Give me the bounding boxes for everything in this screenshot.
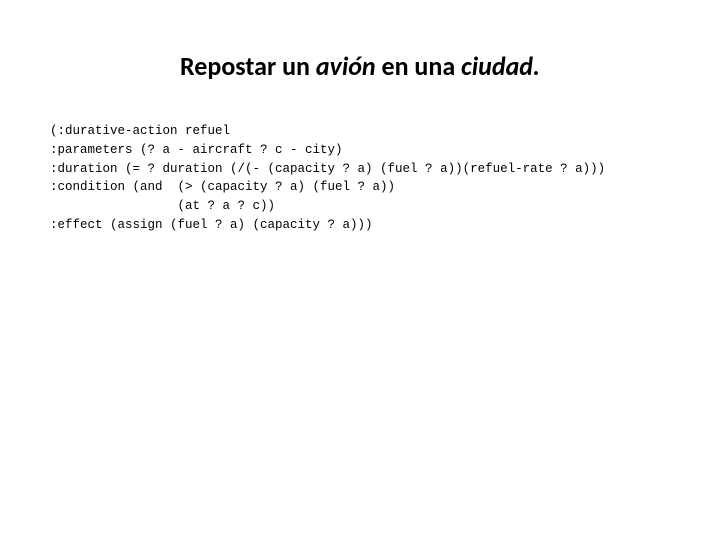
code-line-2: :parameters (? a - aircraft ? c - city) [50, 143, 343, 157]
slide-title: Repostar un avión en una ciudad. [50, 50, 670, 82]
code-block: (:durative-action refuel :parameters (? … [50, 122, 670, 235]
code-line-1: (:durative-action refuel [50, 124, 230, 138]
code-line-3: :duration (= ? duration (/(- (capacity ?… [50, 162, 605, 176]
title-italic-1: avión [316, 50, 376, 82]
code-line-6: :effect (assign (fuel ? a) (capacity ? a… [50, 218, 373, 232]
code-line-4: :condition (and (> (capacity ? a) (fuel … [50, 180, 395, 194]
code-line-5: (at ? a ? c)) [50, 199, 275, 213]
title-plain-1: un [276, 50, 316, 82]
slide-container: Repostar un avión en una ciudad. (:durat… [0, 0, 720, 540]
title-plain-2: en una [376, 50, 461, 82]
title-bold-1: Repostar [180, 50, 276, 82]
title-italic-2: ciudad. [461, 50, 540, 82]
